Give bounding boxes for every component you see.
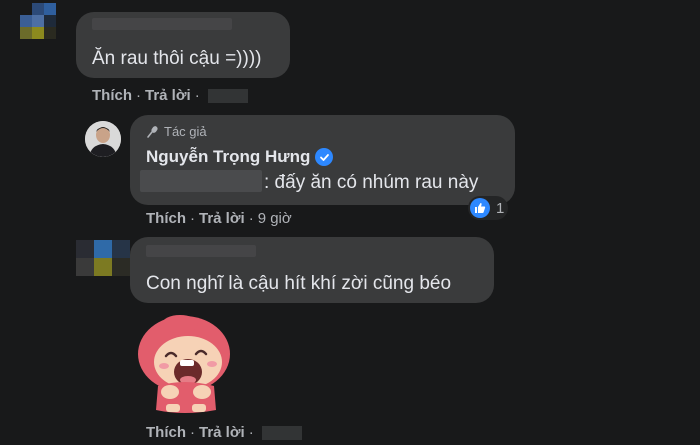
microphone-icon xyxy=(147,125,158,138)
author-name-text[interactable]: Nguyễn Trọng Hưng xyxy=(146,147,310,167)
separator: · xyxy=(248,210,254,227)
comment-text: : đấy ăn có nhúm rau này xyxy=(264,172,479,193)
comment-actions: Thích · Trả lời · 9 giờ xyxy=(146,210,292,227)
laughing-girl-sticker xyxy=(138,315,230,413)
like-button[interactable]: Thích xyxy=(146,424,186,441)
blurred-timestamp[interactable] xyxy=(207,88,248,103)
reaction-summary[interactable]: 1 xyxy=(468,196,509,220)
reply-button[interactable]: Trả lời xyxy=(199,210,245,227)
separator: · xyxy=(190,210,195,227)
separator: · xyxy=(248,424,254,441)
comment-actions: Thích · Trả lời · xyxy=(146,424,302,441)
avatar[interactable] xyxy=(76,240,130,276)
tagged-name-blurred[interactable] xyxy=(140,170,262,192)
verified-badge-icon xyxy=(315,148,334,166)
reply-button[interactable]: Trả lời xyxy=(199,424,245,441)
like-button[interactable]: Thích xyxy=(146,210,186,227)
comment-actions: Thích · Trả lời · xyxy=(92,87,248,104)
comment-text: Ăn rau thôi cậu =)))) xyxy=(92,48,262,69)
avatar[interactable] xyxy=(20,3,56,39)
blurred-author-name[interactable] xyxy=(146,245,256,257)
like-icon xyxy=(470,198,490,218)
timestamp[interactable]: 9 giờ xyxy=(258,210,292,227)
author-tag-label: Tác giả xyxy=(164,124,207,139)
reply-button[interactable]: Trả lời xyxy=(145,87,191,104)
reaction-count: 1 xyxy=(496,199,505,217)
author-name[interactable]: Nguyễn Trọng Hưng xyxy=(146,147,334,167)
author-avatar[interactable] xyxy=(85,121,121,157)
blurred-author-name[interactable] xyxy=(92,18,232,30)
author-photo-icon xyxy=(85,121,121,157)
like-button[interactable]: Thích xyxy=(92,87,132,104)
author-tag: Tác giả xyxy=(146,124,207,139)
separator: · xyxy=(190,424,195,441)
separator: · xyxy=(194,87,200,104)
separator: · xyxy=(136,87,141,104)
blurred-timestamp[interactable] xyxy=(261,425,302,440)
comment-text: Con nghĩ là cậu hít khí zời cũng béo xyxy=(146,273,452,294)
